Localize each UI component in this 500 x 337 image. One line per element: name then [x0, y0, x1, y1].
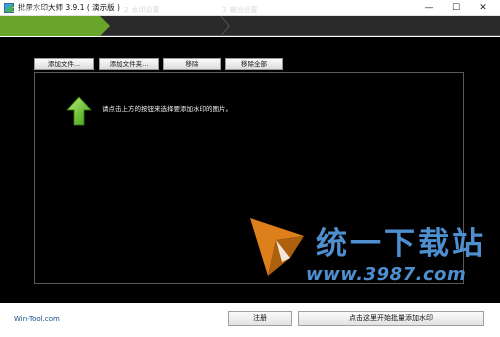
- step-1-label: 选择图片: [19, 6, 48, 14]
- close-button[interactable]: ✕: [470, 0, 496, 16]
- step-2-label: 水印设置: [131, 6, 160, 14]
- step-2-number: 2: [124, 6, 129, 14]
- up-arrow-icon: [66, 96, 92, 126]
- start-watermark-button[interactable]: 点击这里开始批量添加水印: [298, 311, 484, 326]
- remove-all-button[interactable]: 移除全部: [225, 58, 283, 70]
- minimize-button[interactable]: —: [416, 0, 442, 16]
- step-1-number: 1: [12, 6, 17, 14]
- register-button[interactable]: 注册: [228, 311, 292, 326]
- add-file-button[interactable]: 添加文件...: [34, 58, 94, 70]
- step-1-arrow: [100, 16, 110, 36]
- dropzone-hint: 请点击上方的按钮来选择要添加水印的图片。: [102, 105, 232, 113]
- watermark-url: www.3987.com: [306, 264, 467, 285]
- step-3-label: 输出设置: [229, 6, 258, 14]
- website-link[interactable]: Win-Tool.com: [14, 315, 60, 323]
- maximize-button[interactable]: ☐: [443, 0, 469, 16]
- watermark-title: 统一下载站: [316, 226, 486, 262]
- tab-step-1[interactable]: 1 选择图片: [12, 0, 47, 20]
- remove-button[interactable]: 移除: [163, 58, 221, 70]
- add-folder-button[interactable]: 添加文件夹...: [99, 58, 159, 70]
- tab-step-2[interactable]: 2 水印设置: [124, 0, 159, 20]
- step-3-number: 3: [222, 6, 227, 14]
- tab-step-3[interactable]: 3 输出设置: [220, 0, 257, 20]
